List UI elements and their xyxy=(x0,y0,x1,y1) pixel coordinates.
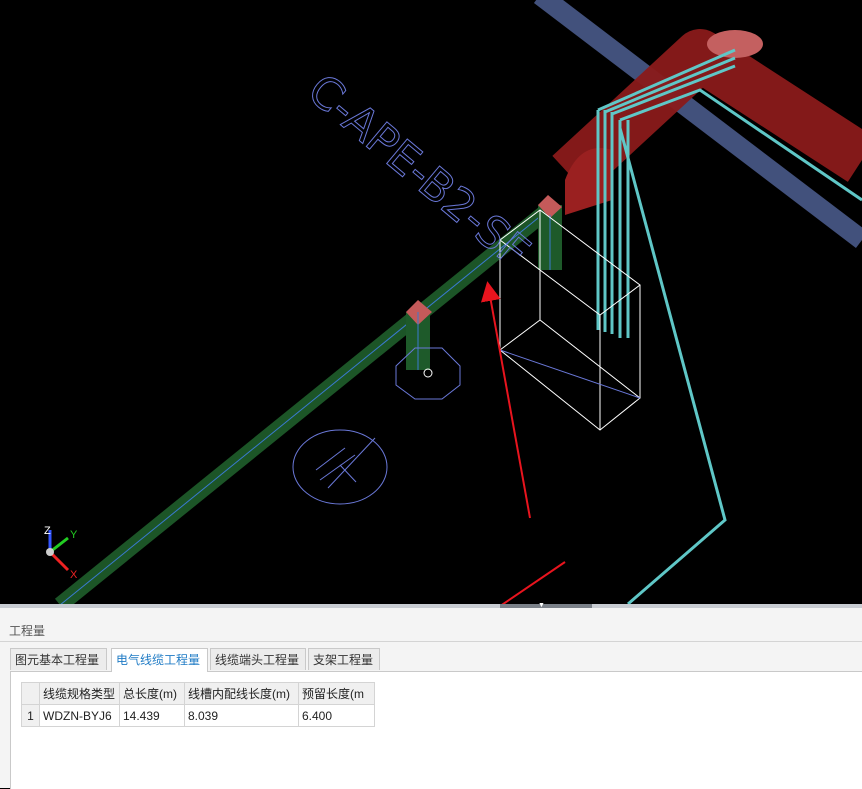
axis-gizmo: Z Y X xyxy=(44,525,78,581)
axis-label-x: X xyxy=(70,569,78,581)
cell-spec-type[interactable]: WDZN-BYJ6 xyxy=(39,704,120,727)
tab-strip: 图元基本工程量 电气线缆工程量 线缆端头工程量 支架工程量 xyxy=(0,648,862,672)
column-header-spec-type[interactable]: 线缆规格类型 xyxy=(39,682,120,705)
cell-total-length[interactable]: 14.439 xyxy=(119,704,185,727)
cell-reserved-length[interactable]: 6.400 xyxy=(298,704,375,727)
table-header-row: 线缆规格类型 总长度(m) 线槽内配线长度(m) 预留长度(m xyxy=(21,682,375,705)
column-header-index xyxy=(21,682,40,705)
tab-cable-terminal-quantity[interactable]: 线缆端头工程量 xyxy=(210,648,306,670)
axis-label-z: Z xyxy=(44,525,51,537)
model-scene[interactable]: C-APE-B2-SF Z Y X xyxy=(0,0,862,605)
layer-label: C-APE-B2-SF xyxy=(298,64,539,278)
octagon-center xyxy=(423,368,433,378)
column-header-reserved-length[interactable]: 预留长度(m xyxy=(298,682,375,705)
row-index: 1 xyxy=(21,704,40,727)
table-row[interactable]: 1 WDZN-BYJ6 14.439 8.039 6.400 xyxy=(21,704,375,727)
tab-content: 线缆规格类型 总长度(m) 线槽内配线长度(m) 预留长度(m 1 WDZN-B… xyxy=(10,671,862,789)
3d-viewport[interactable]: C-APE-B2-SF Z Y X xyxy=(0,0,862,605)
panel-title: 工程量 xyxy=(9,624,46,638)
quantity-panel: 工程量 图元基本工程量 电气线缆工程量 线缆端头工程量 支架工程量 线缆规格类型… xyxy=(0,608,862,789)
circle-symbol xyxy=(292,429,388,505)
column-header-in-trough-length[interactable]: 线槽内配线长度(m) xyxy=(184,682,299,705)
tab-basic-quantity[interactable]: 图元基本工程量 xyxy=(10,648,107,670)
circle-symbol-glyph xyxy=(315,437,376,489)
cable-quantity-table: 线缆规格类型 总长度(m) 线槽内配线长度(m) 预留长度(m 1 WDZN-B… xyxy=(21,682,375,727)
annotation-arrow-up xyxy=(480,281,531,519)
panel-title-bar: 工程量 xyxy=(0,608,862,642)
annotation-arrow-down xyxy=(499,561,566,605)
axis-label-y: Y xyxy=(70,529,78,541)
tray-centerline xyxy=(59,209,549,605)
column-header-total-length[interactable]: 总长度(m) xyxy=(119,682,185,705)
tab-electrical-cable-quantity[interactable]: 电气线缆工程量 xyxy=(111,648,208,672)
tab-bracket-quantity[interactable]: 支架工程量 xyxy=(308,648,380,670)
duct-cap xyxy=(707,30,763,58)
cell-in-trough-length[interactable]: 8.039 xyxy=(184,704,299,727)
